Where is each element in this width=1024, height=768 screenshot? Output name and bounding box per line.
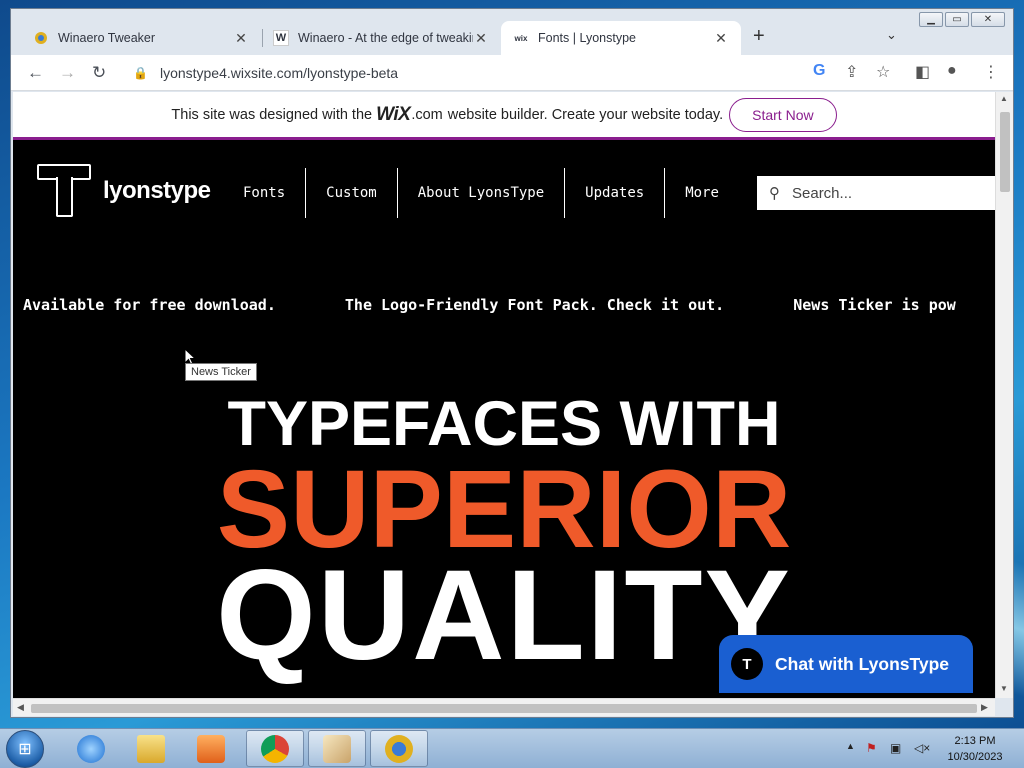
lyonstype-site: lyonstype Fonts Custom About LyonsType U… [13, 140, 995, 698]
winaero-tweaker-icon [33, 30, 49, 46]
taskbar-explorer[interactable] [122, 730, 180, 767]
winaero-tweaker-icon [385, 734, 413, 763]
tooltip: News Ticker [185, 363, 257, 381]
site-logo[interactable]: lyonstype [37, 164, 211, 218]
ticker-item: Available for free download. [23, 296, 276, 314]
new-tab-button[interactable]: + [753, 25, 765, 48]
folder-icon [137, 734, 165, 763]
clock-date: 10/30/2023 [947, 751, 1003, 763]
browser-toolbar: ← → ↻ 🔒 lyonstype4.wixsite.com/lyonstype… [11, 55, 1013, 91]
main-nav: Fonts Custom About LyonsType Updates Mor… [223, 168, 739, 218]
profile-avatar-icon[interactable]: ● [947, 62, 957, 80]
show-hidden-icons-icon[interactable]: ▲ [846, 741, 855, 751]
tab-fonts-lyonstype[interactable]: wix Fonts | Lyonstype ✕ [501, 21, 741, 55]
taskbar: ⊞ ▲ ⚑ ▣ ◁× 2:13 PM 10/30/2023 [0, 728, 1024, 768]
back-arrow-icon[interactable]: ← [27, 63, 44, 83]
scroll-left-icon[interactable]: ◀ [17, 702, 24, 713]
tab-winaero-tweaker[interactable]: Winaero Tweaker ✕ [21, 21, 261, 55]
taskbar-media-player[interactable] [182, 730, 240, 767]
vertical-scrollbar[interactable]: ▲ ▼ [995, 92, 1013, 698]
google-icon[interactable]: G [813, 62, 825, 80]
wix-banner-text-after: website builder. Create your website tod… [447, 106, 724, 123]
ticker-item: News Ticker is pow [793, 296, 956, 314]
nav-about[interactable]: About LyonsType [398, 168, 564, 218]
start-now-button[interactable]: Start Now [729, 97, 837, 132]
close-tab-icon[interactable]: ✕ [713, 30, 729, 47]
chat-avatar: T [731, 648, 763, 680]
lyonstype-t-icon [37, 164, 91, 218]
ticker-item: The Logo-Friendly Font Pack. Check it ou… [344, 296, 725, 314]
forward-arrow-icon[interactable]: → [59, 63, 76, 83]
chat-label: Chat with LyonsType [775, 653, 950, 674]
tab-search-chevron-icon[interactable]: ⌄ [886, 27, 897, 43]
maximize-button[interactable]: ▭ [945, 12, 969, 27]
search-icon: ⚲ [769, 185, 780, 202]
site-search-input[interactable]: ⚲ Search... [757, 176, 995, 210]
taskbar-internet-explorer[interactable] [62, 730, 120, 767]
taskbar-chrome[interactable] [246, 730, 304, 767]
nav-custom[interactable]: Custom [306, 168, 397, 218]
menu-kebab-icon[interactable]: ⋮ [983, 62, 999, 82]
clock-time: 2:13 PM [954, 735, 996, 747]
taskbar-winaero-tweaker[interactable] [370, 730, 428, 767]
scrollbar-thumb[interactable] [31, 704, 977, 713]
url-text: lyonstype4.wixsite.com/lyonstype-beta [159, 65, 399, 81]
internet-explorer-icon [77, 734, 105, 763]
paint-palette-icon [323, 734, 351, 763]
close-tab-icon[interactable]: ✕ [473, 30, 489, 47]
system-clock[interactable]: 2:13 PM 10/30/2023 [940, 733, 1010, 765]
minimize-button[interactable]: ▁ [919, 12, 943, 27]
tab-title: Winaero - At the edge of tweaking [298, 31, 473, 45]
chat-widget-button[interactable]: T Chat with LyonsType [719, 635, 973, 693]
start-button[interactable]: ⊞ [6, 730, 44, 768]
scroll-up-icon[interactable]: ▲ [1000, 94, 1008, 103]
volume-muted-icon[interactable]: ◁× [914, 741, 930, 755]
close-window-button[interactable]: ✕ [971, 12, 1005, 27]
wix-banner: This site was designed with the WiX .com… [13, 92, 995, 140]
close-tab-icon[interactable]: ✕ [233, 30, 249, 47]
wix-banner-text: This site was designed with the [171, 106, 373, 123]
media-player-icon [197, 734, 225, 763]
tab-title: Winaero Tweaker [58, 31, 156, 45]
window-controls: ▁ ▭ ✕ [919, 12, 1005, 27]
browser-window: Winaero Tweaker ✕ W Winaero - At the edg… [10, 8, 1014, 718]
lock-icon: 🔒 [133, 66, 148, 80]
taskbar-paint[interactable] [308, 730, 366, 767]
search-placeholder: Search... [792, 184, 853, 202]
address-bar[interactable]: 🔒 lyonstype4.wixsite.com/lyonstype-beta [123, 58, 903, 88]
reload-icon[interactable]: ↻ [92, 63, 106, 83]
tab-winaero-home[interactable]: W Winaero - At the edge of tweaking ✕ [261, 21, 501, 55]
news-ticker[interactable]: Available for free download. The Logo-Fr… [23, 296, 995, 314]
horizontal-scrollbar[interactable]: ◀ ▶ [13, 698, 995, 716]
nav-fonts[interactable]: Fonts [223, 168, 305, 218]
nav-more[interactable]: More [665, 168, 739, 218]
side-panel-icon[interactable]: ◧ [915, 62, 930, 82]
network-icon[interactable]: ▣ [890, 741, 901, 755]
logo-text: lyonstype [103, 177, 211, 204]
share-icon[interactable]: ⇪ [845, 62, 858, 82]
bookmark-star-icon[interactable]: ☆ [876, 62, 890, 82]
wix-favicon-icon: wix [514, 33, 528, 43]
winaero-w-icon: W [273, 30, 289, 46]
scroll-right-icon[interactable]: ▶ [981, 702, 988, 713]
wix-logo[interactable]: WiX [376, 104, 411, 126]
scroll-down-icon[interactable]: ▼ [1000, 684, 1008, 693]
tab-strip: Winaero Tweaker ✕ W Winaero - At the edg… [11, 9, 1013, 55]
page-viewport: This site was designed with the WiX .com… [13, 92, 995, 698]
chrome-icon [261, 734, 289, 763]
wix-domain: .com [411, 106, 443, 123]
nav-updates[interactable]: Updates [565, 168, 664, 218]
action-center-flag-icon[interactable]: ⚑ [866, 741, 877, 755]
tab-title: Fonts | Lyonstype [538, 31, 636, 45]
scrollbar-thumb[interactable] [1000, 112, 1010, 192]
